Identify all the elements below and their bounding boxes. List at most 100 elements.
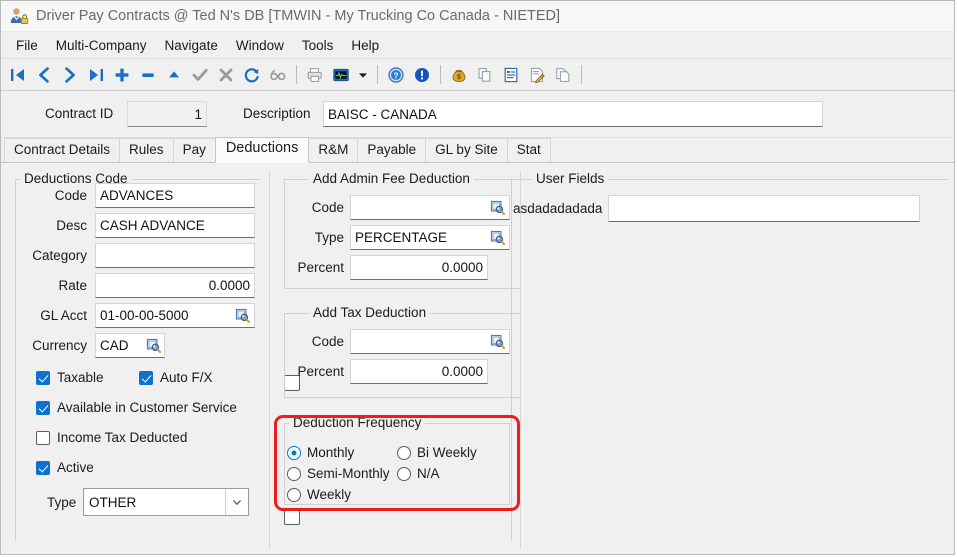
print-icon[interactable] bbox=[302, 62, 328, 88]
tab-payable[interactable]: Payable bbox=[357, 138, 426, 162]
active-label: Active bbox=[57, 460, 94, 475]
cancel-x-icon[interactable] bbox=[213, 62, 239, 88]
add-icon[interactable] bbox=[109, 62, 135, 88]
tab-deductions[interactable]: Deductions bbox=[215, 137, 310, 163]
notes-icon[interactable] bbox=[498, 62, 524, 88]
help-icon[interactable]: ? bbox=[383, 62, 409, 88]
header-fields: Contract ID Description bbox=[1, 91, 954, 138]
contract-id-input[interactable] bbox=[127, 101, 207, 127]
tax-deduction-code-row: Code bbox=[284, 329, 510, 354]
admin-fee-percent-label: Percent bbox=[284, 260, 344, 275]
title-bar: Driver Pay Contracts @ Ted N's DB [TMWIN… bbox=[1, 1, 954, 32]
monthly-radio-button[interactable] bbox=[287, 446, 301, 460]
svg-text:$: $ bbox=[457, 74, 461, 81]
toolbar-separator bbox=[440, 65, 441, 84]
admin-fee-code-label: Code bbox=[284, 200, 344, 215]
tab-rules[interactable]: Rules bbox=[119, 138, 174, 162]
description-input[interactable] bbox=[323, 101, 823, 127]
category-row: Category bbox=[15, 243, 255, 268]
desc-input[interactable] bbox=[95, 213, 255, 238]
tax-deduction-code-input[interactable] bbox=[350, 329, 510, 354]
money-bag-icon[interactable]: $ bbox=[446, 62, 472, 88]
checkbox-income-tax-deducted[interactable]: Income Tax Deducted bbox=[36, 430, 187, 445]
rate-input[interactable] bbox=[95, 273, 255, 298]
tab-strip: Contract Details Rules Pay Deductions R&… bbox=[1, 138, 954, 163]
tax-deduction-percent-input[interactable] bbox=[350, 359, 488, 384]
tab-stat[interactable]: Stat bbox=[507, 138, 551, 162]
radio-monthly[interactable]: Monthly bbox=[287, 445, 354, 460]
menu-item-tools[interactable]: Tools bbox=[293, 35, 343, 56]
admin-fee-type-input[interactable] bbox=[350, 225, 510, 250]
last-record-icon[interactable] bbox=[83, 62, 109, 88]
tab-contract-details[interactable]: Contract Details bbox=[4, 138, 120, 162]
admin-fee-type-lookup-icon[interactable] bbox=[490, 230, 505, 245]
menu-item-window[interactable]: Window bbox=[227, 35, 293, 56]
radio-weekly[interactable]: Weekly bbox=[287, 487, 351, 502]
category-input[interactable] bbox=[95, 243, 255, 268]
active-checkbox-box[interactable] bbox=[36, 461, 50, 475]
tax-deduction-enable-checkbox[interactable] bbox=[284, 509, 300, 525]
deduction-frequency-group-title: Deduction Frequency bbox=[289, 415, 425, 430]
checkbox-available-in-customer-service[interactable]: Available in Customer Service bbox=[36, 400, 237, 415]
menu-item-multi-company[interactable]: Multi-Company bbox=[47, 35, 156, 56]
rate-row: Rate bbox=[15, 273, 255, 298]
refresh-icon[interactable] bbox=[239, 62, 265, 88]
weekly-label: Weekly bbox=[307, 487, 351, 502]
chevron-down-icon[interactable] bbox=[225, 489, 248, 515]
menu-bar: File Multi-Company Navigate Window Tools… bbox=[1, 32, 954, 59]
checkbox-active[interactable]: Active bbox=[36, 460, 94, 475]
user-field-input[interactable] bbox=[608, 195, 920, 222]
radio-na[interactable]: N/A bbox=[397, 466, 440, 481]
semi-monthly-radio-button[interactable] bbox=[287, 467, 301, 481]
radio-bi-weekly[interactable]: Bi Weekly bbox=[397, 445, 477, 460]
checkbox-auto-fx[interactable]: Auto F/X bbox=[139, 370, 213, 385]
na-radio-button[interactable] bbox=[397, 467, 411, 481]
copy-icon[interactable] bbox=[472, 62, 498, 88]
next-record-icon[interactable] bbox=[57, 62, 83, 88]
available-in-customer-service-checkbox-box[interactable] bbox=[36, 401, 50, 415]
admin-fee-code-input[interactable] bbox=[350, 195, 510, 220]
admin-fee-percent-input[interactable] bbox=[350, 255, 488, 280]
checkbox-taxable[interactable]: Taxable bbox=[36, 370, 104, 385]
desc-row: Desc bbox=[15, 213, 255, 238]
first-record-icon[interactable] bbox=[5, 62, 31, 88]
currency-row: Currency bbox=[15, 333, 255, 358]
currency-label: Currency bbox=[15, 338, 87, 353]
preview-monitor-icon[interactable] bbox=[328, 62, 354, 88]
dropdown-caret-icon[interactable] bbox=[354, 62, 372, 88]
user-fields-group-title: User Fields bbox=[532, 171, 608, 186]
up-arrow-icon[interactable] bbox=[161, 62, 187, 88]
glasses-icon[interactable] bbox=[265, 62, 291, 88]
bi-weekly-label: Bi Weekly bbox=[417, 445, 477, 460]
menu-item-navigate[interactable]: Navigate bbox=[156, 35, 227, 56]
check-icon[interactable] bbox=[187, 62, 213, 88]
bi-weekly-radio-button[interactable] bbox=[397, 446, 411, 460]
tax-deduction-code-lookup-icon[interactable] bbox=[490, 334, 505, 349]
menu-item-help[interactable]: Help bbox=[342, 35, 388, 56]
edit-icon[interactable] bbox=[524, 62, 550, 88]
user-field-row: asdadadadada bbox=[513, 195, 920, 222]
auto-fx-checkbox-box[interactable] bbox=[139, 371, 153, 385]
duplicate-icon[interactable] bbox=[550, 62, 576, 88]
tab-pay[interactable]: Pay bbox=[173, 138, 216, 162]
menu-item-file[interactable]: File bbox=[7, 35, 47, 56]
remove-icon[interactable] bbox=[135, 62, 161, 88]
admin-fee-code-lookup-icon[interactable] bbox=[490, 200, 505, 215]
weekly-radio-button[interactable] bbox=[287, 488, 301, 502]
gl-acct-lookup-icon[interactable] bbox=[235, 308, 250, 323]
taxable-label: Taxable bbox=[57, 370, 104, 385]
tab-gl-by-site[interactable]: GL by Site bbox=[425, 138, 508, 162]
tab-rm[interactable]: R&M bbox=[308, 138, 358, 162]
gl-acct-input[interactable] bbox=[95, 303, 255, 328]
info-icon[interactable] bbox=[409, 62, 435, 88]
type-combobox-value: OTHER bbox=[84, 495, 225, 510]
tax-deduction-percent-row: Percent bbox=[284, 359, 488, 384]
type-combobox[interactable]: OTHER bbox=[83, 488, 249, 516]
previous-record-icon[interactable] bbox=[31, 62, 57, 88]
taxable-checkbox-box[interactable] bbox=[36, 371, 50, 385]
radio-semi-monthly[interactable]: Semi-Monthly bbox=[287, 466, 390, 481]
toolbar-separator bbox=[377, 65, 378, 84]
code-input[interactable] bbox=[95, 183, 255, 208]
currency-lookup-icon[interactable] bbox=[146, 338, 161, 353]
income-tax-deducted-checkbox-box[interactable] bbox=[36, 431, 50, 445]
